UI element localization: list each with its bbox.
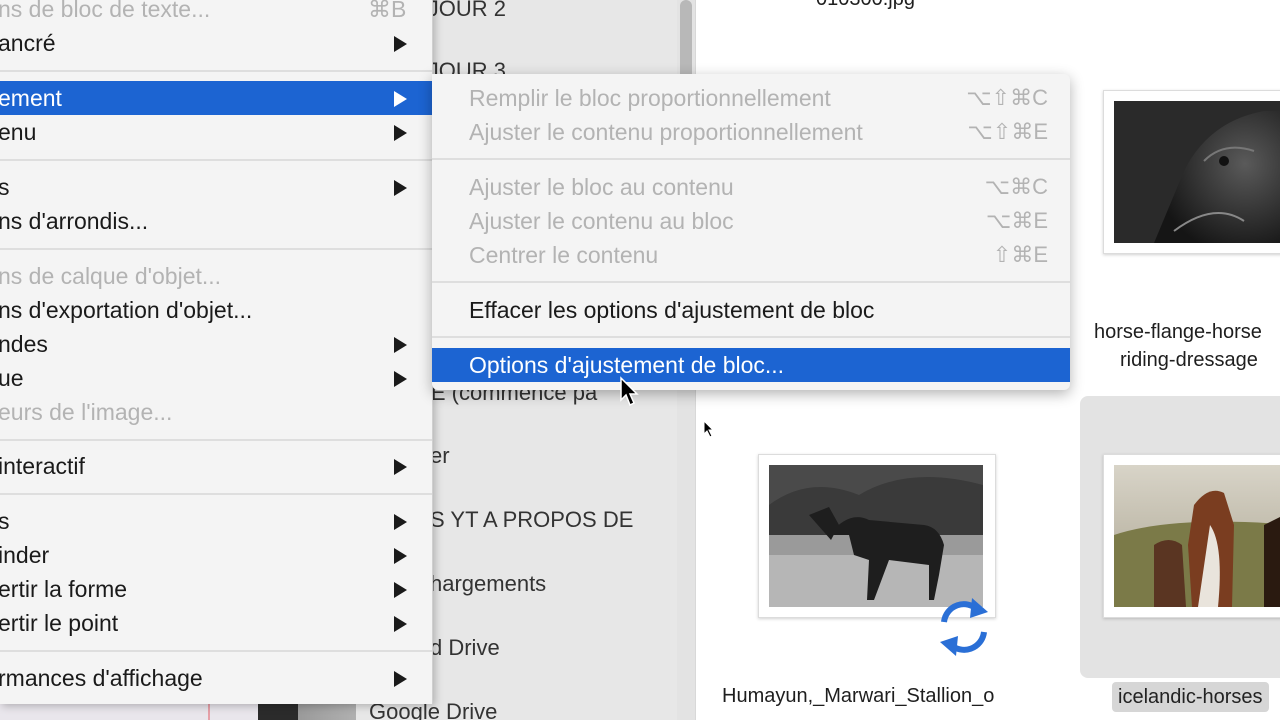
menu-item-captions[interactable]: ndes: [0, 327, 432, 361]
menu-item-image-colour-settings[interactable]: eurs de l'image...: [0, 395, 432, 429]
menu-item-label: ndes: [0, 331, 48, 357]
context-menu: ns de bloc de texte... ⌘B ancré ement en…: [0, 0, 433, 704]
menu-item-label: ns d'exportation d'objet...: [0, 297, 253, 323]
horse-head-photo: [1114, 101, 1280, 243]
menu-item-label: ertir le point: [0, 610, 119, 636]
submenu-item-shortcut: ⌥⌘E: [985, 208, 1048, 233]
menu-separator: [0, 439, 432, 441]
file-name[interactable]: 010300.jpg: [816, 0, 915, 11]
submenu-arrow-icon: [394, 180, 407, 196]
menu-item-convert-point[interactable]: ertir le point: [0, 606, 432, 640]
menu-item-anchored-object[interactable]: ancré: [0, 26, 432, 60]
file-name-horse-flange-line1[interactable]: horse-flange-horse: [1094, 321, 1262, 344]
submenu-item-label: Ajuster le contenu proportionnellement: [469, 119, 863, 145]
submenu-item-label: Remplir le bloc proportionnellement: [469, 85, 831, 111]
sidebar-item[interactable]: hargements: [430, 571, 546, 597]
thumbnail-horse-flange[interactable]: [1103, 90, 1280, 254]
menu-separator: [0, 248, 432, 250]
submenu-arrow-icon: [394, 582, 407, 598]
submenu-arrow-icon: [394, 91, 407, 107]
menu-item-label: ue: [0, 365, 24, 391]
menu-item-convert-shape[interactable]: ertir la forme: [0, 572, 432, 606]
submenu-item-label: Centrer le contenu: [469, 242, 659, 268]
submenu-arrow-icon: [394, 371, 407, 387]
menu-item-fitting[interactable]: ement: [0, 81, 432, 115]
submenu-arrow-icon: [394, 125, 407, 141]
menu-item-interactive[interactable]: interactif: [0, 449, 432, 483]
sync-arrows-icon: [940, 598, 988, 656]
file-name-humayun-line1[interactable]: Humayun,_Marwari_Stallion_o: [722, 685, 994, 708]
menu-item-text-frame-options[interactable]: ns de bloc de texte... ⌘B: [0, 0, 432, 26]
menu-separator: [432, 158, 1070, 160]
submenu-item-label: Ajuster le bloc au contenu: [469, 174, 734, 200]
menu-item-label: eurs de l'image...: [0, 399, 173, 425]
menu-item-label: inder: [0, 542, 50, 568]
submenu-item-fit-content-proportionally[interactable]: Ajuster le contenu proportionnellement ⌥…: [432, 115, 1070, 149]
menu-item-label: ertir la forme: [0, 576, 128, 602]
menu-item-effects[interactable]: s: [0, 170, 432, 204]
menu-separator: [432, 281, 1070, 283]
menu-item-label: interactif: [0, 453, 85, 479]
scrollbar-thumb[interactable]: [680, 0, 692, 80]
menu-item-corner-options[interactable]: ns d'arrondis...: [0, 204, 432, 238]
fitting-submenu: Remplir le bloc proportionnellement ⌥⇧⌘C…: [432, 74, 1070, 390]
submenu-item-shortcut: ⌥⇧⌘C: [966, 85, 1048, 110]
submenu-arrow-icon: [394, 337, 407, 353]
horse-bw-photo: [769, 465, 983, 607]
menu-item-label: enu: [0, 119, 37, 145]
submenu-item-label: Ajuster le contenu au bloc: [469, 208, 734, 234]
menu-item-label: ement: [0, 85, 62, 111]
menu-item-object-layer-options[interactable]: ns de calque d'objet...: [0, 259, 432, 293]
menu-item-display-performance[interactable]: rmances d'affichage: [0, 661, 432, 695]
menu-separator: [0, 650, 432, 652]
sidebar-item[interactable]: S YT A PROPOS DE: [430, 507, 633, 533]
submenu-arrow-icon: [394, 671, 407, 687]
menu-item-label: s: [0, 174, 10, 200]
submenu-item-center-content[interactable]: Centrer le contenu ⇧⌘E: [432, 238, 1070, 272]
submenu-arrow-icon: [394, 514, 407, 530]
submenu-item-label: Effacer les options d'ajustement de bloc: [469, 297, 875, 323]
thumbnail-icelandic-horses[interactable]: [1103, 454, 1280, 618]
submenu-item-frame-fitting-options[interactable]: Options d'ajustement de bloc...: [432, 348, 1070, 382]
menu-item-content[interactable]: enu: [0, 115, 432, 149]
submenu-arrow-icon: [394, 548, 407, 564]
menu-item-paths[interactable]: s: [0, 504, 432, 538]
menu-item-pathfinder[interactable]: inder: [0, 538, 432, 572]
mouse-pointer-icon: [620, 376, 639, 407]
icelandic-horses-photo: [1114, 465, 1280, 607]
menu-item-object-export-options[interactable]: ns d'exportation d'objet...: [0, 293, 432, 327]
menu-separator: [0, 70, 432, 72]
submenu-item-fill-frame-proportionally[interactable]: Remplir le bloc proportionnellement ⌥⇧⌘C: [432, 81, 1070, 115]
menu-item-label: s: [0, 508, 10, 534]
menu-item-graphics[interactable]: ue: [0, 361, 432, 395]
submenu-item-fit-content-to-frame[interactable]: Ajuster le contenu au bloc ⌥⌘E: [432, 204, 1070, 238]
menu-item-label: ns d'arrondis...: [0, 208, 149, 234]
sidebar-item[interactable]: d Drive: [430, 635, 500, 661]
submenu-item-shortcut: ⇧⌘E: [992, 242, 1048, 267]
submenu-item-fit-frame-to-content[interactable]: Ajuster le bloc au contenu ⌥⌘C: [432, 170, 1070, 204]
file-name-horse-flange-line2[interactable]: riding-dressage: [1120, 349, 1258, 372]
menu-separator: [0, 159, 432, 161]
menu-separator: [432, 336, 1070, 338]
submenu-arrow-icon: [394, 36, 407, 52]
menu-item-label: ancré: [0, 30, 56, 56]
menu-item-shortcut: ⌘B: [368, 0, 407, 22]
submenu-item-shortcut: ⌥⌘C: [984, 174, 1048, 199]
secondary-pointer-icon: [703, 420, 715, 438]
submenu-arrow-icon: [394, 459, 407, 475]
submenu-item-clear-frame-fitting-options[interactable]: Effacer les options d'ajustement de bloc: [432, 293, 1070, 327]
menu-item-label: rmances d'affichage: [0, 665, 203, 691]
menu-separator: [0, 493, 432, 495]
menu-item-label: ns de bloc de texte...: [0, 0, 211, 22]
file-name-icelandic-horses[interactable]: icelandic-horses: [1112, 682, 1269, 712]
menu-item-label: ns de calque d'objet...: [0, 263, 222, 289]
submenu-arrow-icon: [394, 616, 407, 632]
submenu-item-shortcut: ⌥⇧⌘E: [967, 119, 1048, 144]
